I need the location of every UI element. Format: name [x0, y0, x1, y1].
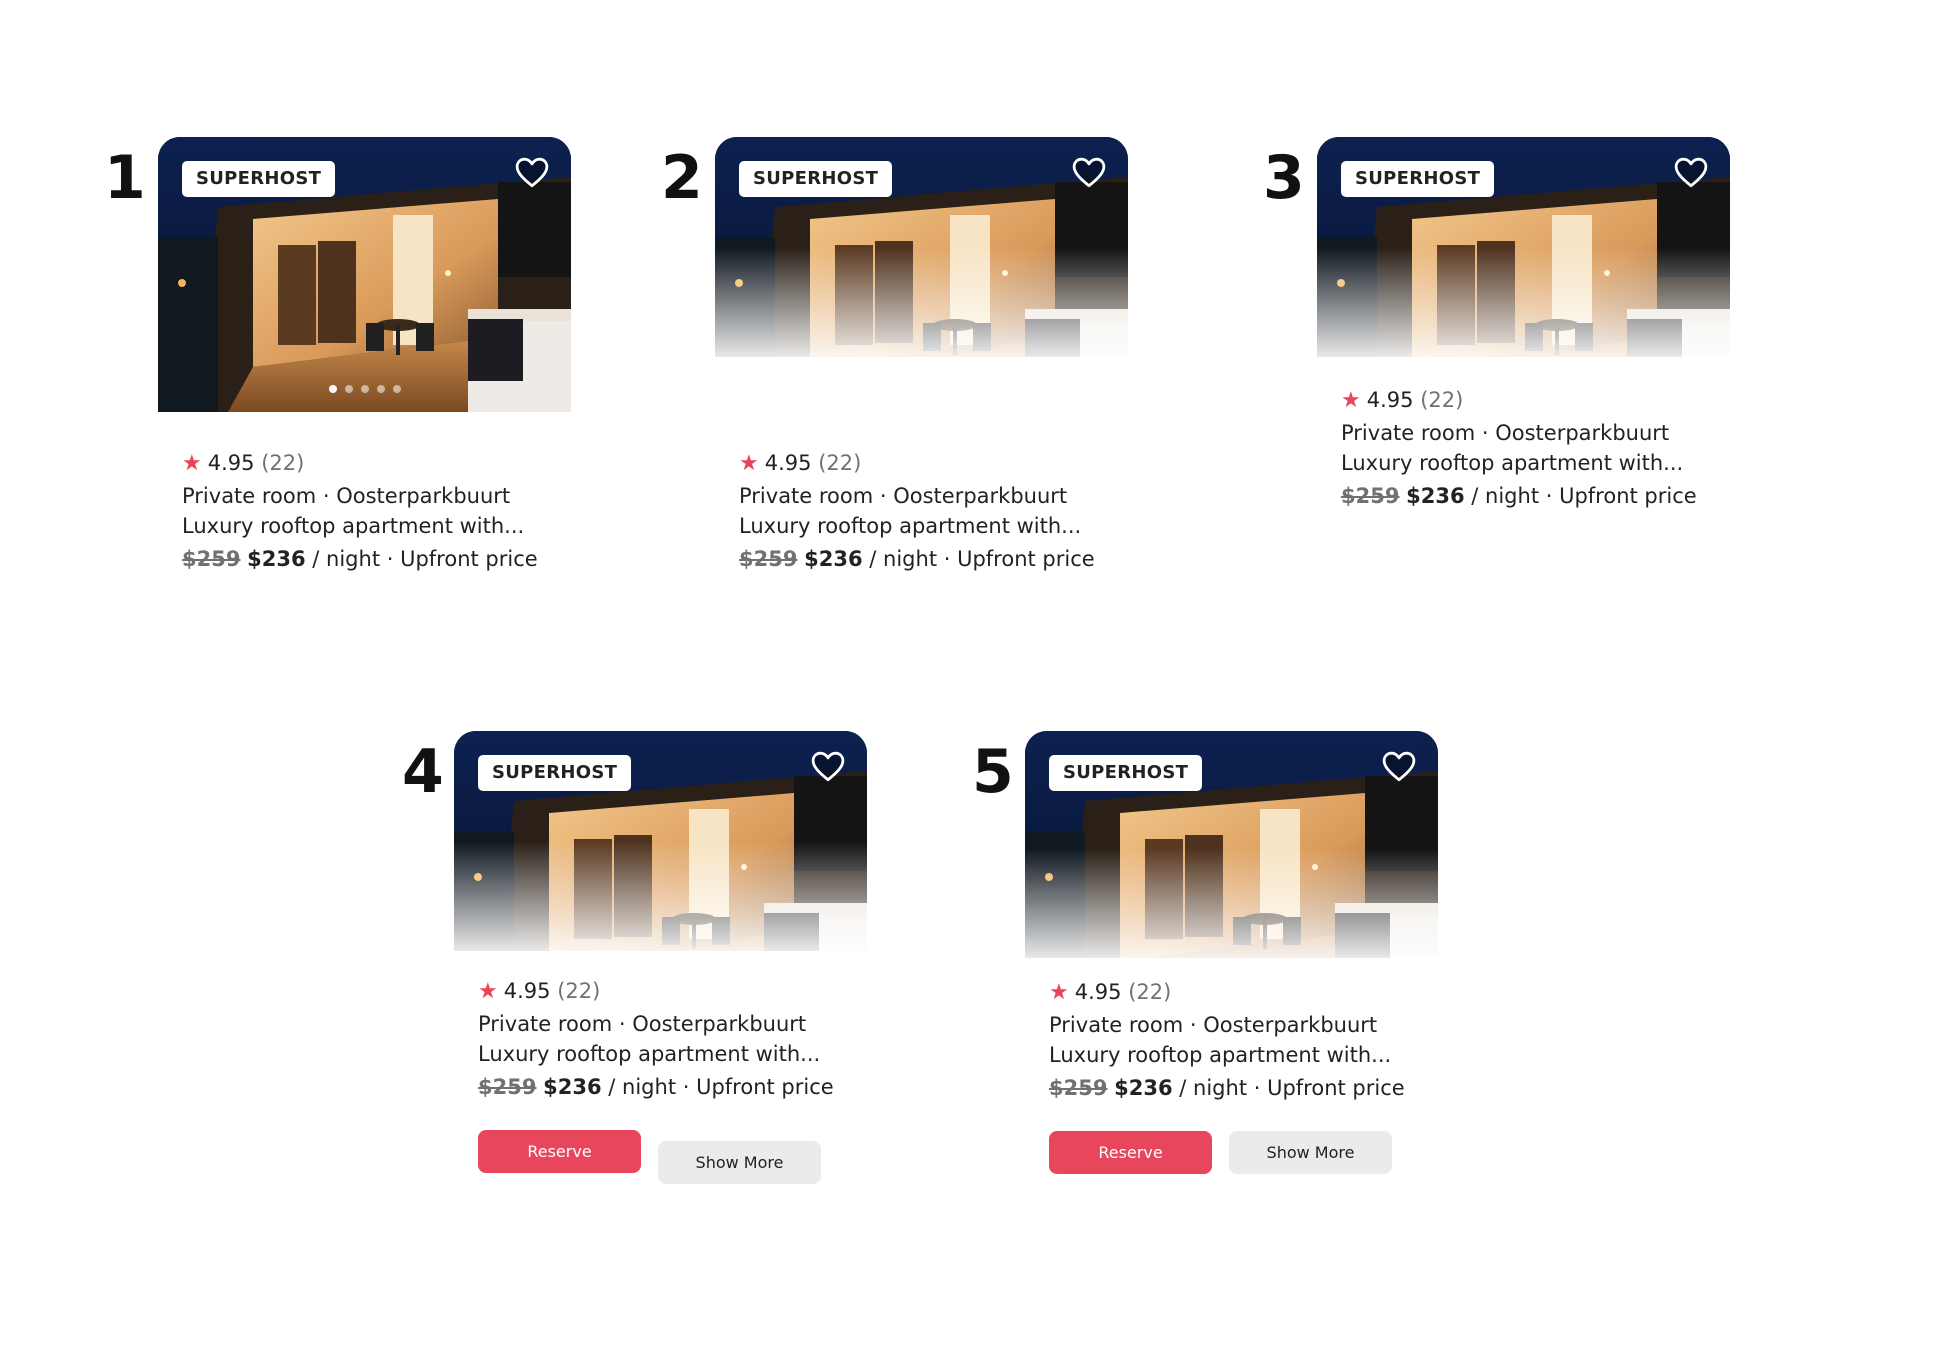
show-more-button[interactable]: Show More	[1229, 1131, 1392, 1174]
room-type: Private room · Oosterparkbuurt	[1049, 1013, 1378, 1037]
listing-info: ★ 4.95 (22) Private room · Oosterparkbuur…	[715, 357, 1128, 577]
rating-value: 4.95	[207, 451, 255, 475]
room-type: Private room · Oosterparkbuurt	[182, 484, 511, 508]
listing-title[interactable]: Luxury rooftop apartment with...	[739, 511, 1128, 541]
room-type: Private room · Oosterparkbuurt	[739, 484, 1068, 508]
heart-outline-icon[interactable]	[515, 157, 549, 189]
review-count: (22)	[261, 451, 305, 475]
reserve-button[interactable]: Reserve	[478, 1130, 641, 1173]
image-fade	[454, 841, 867, 951]
old-price: $259	[182, 547, 241, 571]
room-type: Private room · Oosterparkbuurt	[478, 1012, 807, 1036]
superhost-badge: SUPERHOST	[478, 755, 632, 791]
rating-row: ★ 4.95 (22)	[182, 445, 571, 481]
carousel-dot[interactable]	[392, 385, 401, 393]
price-row: $259 $236 / night · Upfront price	[182, 541, 571, 577]
star-icon: ★	[182, 451, 202, 476]
show-more-button[interactable]: Show More	[658, 1141, 821, 1184]
review-count: (22)	[557, 979, 601, 1003]
image-fade	[1025, 848, 1438, 958]
listing-card-4[interactable]: SUPERHOST ★ 4.95 (22) Private room · Oost…	[454, 731, 867, 1191]
listing-photo[interactable]: SUPERHOST	[1317, 137, 1730, 357]
old-price: $259	[1341, 484, 1400, 508]
listing-title[interactable]: Luxury rooftop apartment with...	[182, 511, 571, 541]
superhost-badge: SUPERHOST	[1341, 161, 1495, 197]
variant-number-2: 2	[661, 143, 703, 213]
old-price: $259	[739, 547, 798, 571]
listing-info: ★ 4.95 (22) Private room · Oosterparkbuur…	[158, 412, 571, 577]
new-price: $236	[1114, 1076, 1173, 1100]
variant-number-1: 1	[104, 143, 146, 213]
heart-outline-icon[interactable]	[1674, 157, 1708, 189]
listing-info: ★ 4.95 (22) Private room · Oosterparkbuur…	[1317, 357, 1730, 514]
rating-row: ★ 4.95 (22)	[478, 973, 867, 1009]
carousel-dot[interactable]	[328, 385, 337, 393]
new-price: $236	[247, 547, 306, 571]
price-suffix: / night · Upfront price	[312, 547, 538, 571]
price-row: $259 $236 / night · Upfront price	[478, 1069, 867, 1105]
carousel-dots	[158, 380, 571, 398]
star-icon: ★	[1049, 980, 1069, 1005]
new-price: $236	[804, 547, 863, 571]
listing-title[interactable]: Luxury rooftop apartment with...	[478, 1039, 867, 1069]
image-fade	[715, 247, 1128, 357]
reserve-button[interactable]: Reserve	[1049, 1131, 1212, 1174]
listing-info: ★ 4.95 (22) Private room · Oosterparkbuur…	[1025, 958, 1438, 1106]
rating-row: ★ 4.95 (22)	[1341, 382, 1730, 418]
superhost-badge: SUPERHOST	[182, 161, 336, 197]
star-icon: ★	[1341, 388, 1361, 413]
variant-number-5: 5	[972, 737, 1014, 807]
superhost-badge: SUPERHOST	[739, 161, 893, 197]
carousel-dot[interactable]	[344, 385, 353, 393]
room-type: Private room · Oosterparkbuurt	[1341, 421, 1670, 445]
rating-value: 4.95	[1366, 388, 1414, 412]
old-price: $259	[478, 1075, 537, 1099]
rating-value: 4.95	[1074, 980, 1122, 1004]
listing-card-3[interactable]: SUPERHOST ★ 4.95 (22) Private room · Oost…	[1317, 137, 1730, 514]
price-suffix: / night · Upfront price	[608, 1075, 834, 1099]
variant-number-4: 4	[402, 737, 444, 807]
listing-card-2[interactable]: SUPERHOST ★ 4.95 (22) Private room · Oost…	[715, 137, 1128, 577]
listing-photo[interactable]: SUPERHOST	[454, 731, 867, 951]
carousel-dot[interactable]	[360, 385, 369, 393]
listing-photo[interactable]: SUPERHOST	[1025, 731, 1438, 958]
listing-info: ★ 4.95 (22) Private room · Oosterparkbuur…	[454, 951, 867, 1105]
review-count: (22)	[818, 451, 862, 475]
heart-outline-icon[interactable]	[1072, 157, 1106, 189]
rating-row: ★ 4.95 (22)	[739, 445, 1128, 481]
price-suffix: / night · Upfront price	[1179, 1076, 1405, 1100]
rating-value: 4.95	[503, 979, 551, 1003]
star-icon: ★	[478, 979, 498, 1004]
price-row: $259 $236 / night · Upfront price	[1049, 1070, 1438, 1106]
review-count: (22)	[1128, 980, 1172, 1004]
rating-row: ★ 4.95 (22)	[1049, 974, 1438, 1010]
review-count: (22)	[1420, 388, 1464, 412]
image-fade	[1317, 247, 1730, 357]
listing-card-5[interactable]: SUPERHOST ★ 4.95 (22) Private room · Oost…	[1025, 731, 1438, 1191]
variant-number-3: 3	[1263, 143, 1305, 213]
price-suffix: / night · Upfront price	[869, 547, 1095, 571]
listing-photo[interactable]: SUPERHOST	[715, 137, 1128, 357]
listing-title[interactable]: Luxury rooftop apartment with...	[1049, 1040, 1438, 1070]
old-price: $259	[1049, 1076, 1108, 1100]
superhost-badge: SUPERHOST	[1049, 755, 1203, 791]
rating-value: 4.95	[764, 451, 812, 475]
price-row: $259 $236 / night · Upfront price	[739, 541, 1128, 577]
new-price: $236	[543, 1075, 602, 1099]
heart-outline-icon[interactable]	[1382, 751, 1416, 783]
heart-outline-icon[interactable]	[811, 751, 845, 783]
carousel-dot[interactable]	[376, 385, 385, 393]
new-price: $236	[1406, 484, 1465, 508]
listing-card-1[interactable]: SUPERHOST ★ 4.95 (22) Private room · Oost…	[158, 137, 571, 577]
price-row: $259 $236 / night · Upfront price	[1341, 478, 1730, 514]
listing-photo[interactable]: SUPERHOST	[158, 137, 571, 412]
price-suffix: / night · Upfront price	[1471, 484, 1697, 508]
listing-title[interactable]: Luxury rooftop apartment with...	[1341, 448, 1730, 478]
star-icon: ★	[739, 451, 759, 476]
